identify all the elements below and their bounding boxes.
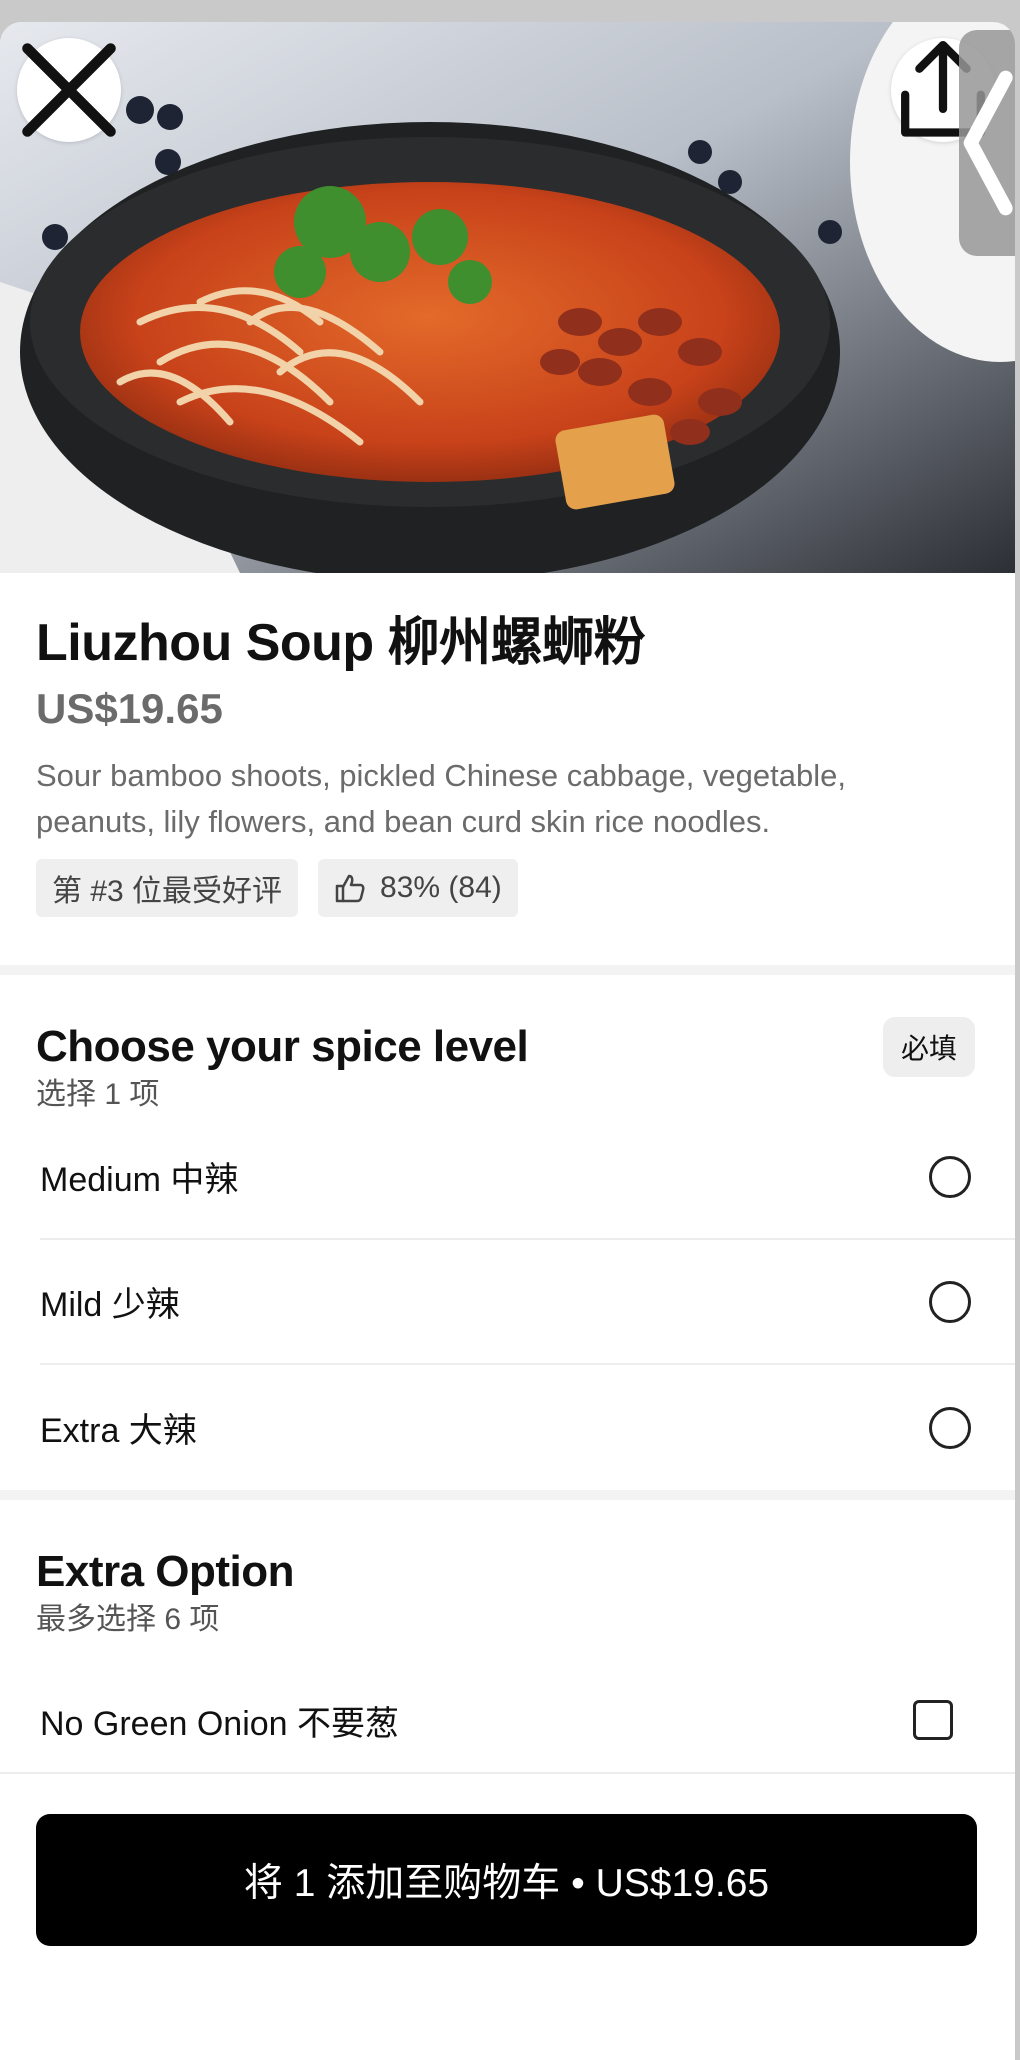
- close-icon: [22, 43, 116, 137]
- spice-level-group: Choose your spice level 选择 1 项 必填 Medium…: [0, 975, 1015, 1490]
- rating-badge: 83% (84): [318, 859, 518, 917]
- soup-bowl-illustration: [0, 22, 1015, 573]
- sticky-footer: 将 1 添加至购物车 • US$19.65: [0, 1772, 1015, 2060]
- item-description: Sour bamboo shoots, pickled Chinese cabb…: [36, 758, 846, 839]
- side-panel-handle[interactable]: [959, 30, 1015, 256]
- spice-group-title: Choose your spice level: [36, 1022, 529, 1071]
- radio-button[interactable]: [929, 1406, 971, 1449]
- rank-badge: 第 #3 位最受好评: [36, 859, 299, 917]
- close-button[interactable]: [17, 38, 121, 142]
- radio-button[interactable]: [929, 1280, 971, 1323]
- item-detail-sheet: Liuzhou Soup 柳州螺蛳粉 US$19.65 Sour bamboo …: [0, 22, 1015, 2060]
- item-price: US$19.65: [36, 685, 223, 732]
- spice-option-mild[interactable]: Mild 少辣: [40, 1240, 1015, 1365]
- chevron-left-icon: [963, 70, 1013, 216]
- badge-row: 第 #3 位最受好评 83% (84): [36, 859, 979, 917]
- spice-group-header: Choose your spice level 选择 1 项 必填: [36, 1017, 1015, 1115]
- radio-button[interactable]: [929, 1155, 971, 1198]
- add-to-cart-button[interactable]: 将 1 添加至购物车 • US$19.65: [36, 1814, 977, 1946]
- extra-group-subtitle: 最多选择 6 项: [36, 1603, 220, 1636]
- required-badge: 必填: [882, 1017, 975, 1077]
- food-image: [0, 22, 1015, 573]
- extra-options-list: No Green Onion 不要葱: [36, 1640, 1015, 1790]
- extra-option-group: Extra Option 最多选择 6 项 No Green Onion 不要葱: [0, 1500, 1015, 1790]
- option-label: No Green Onion 不要葱: [40, 1704, 400, 1743]
- item-info: Liuzhou Soup 柳州螺蛳粉 US$19.65 Sour bamboo …: [0, 573, 1015, 917]
- option-label: Extra 大辣: [40, 1412, 197, 1450]
- extra-option-no-green-onion[interactable]: No Green Onion 不要葱: [40, 1640, 1015, 1790]
- item-title: Liuzhou Soup 柳州螺蛳粉: [36, 614, 646, 672]
- option-label: Medium 中辣: [40, 1161, 239, 1199]
- spice-option-extra[interactable]: Extra 大辣: [40, 1365, 1015, 1490]
- extra-group-header: Extra Option 最多选择 6 项: [36, 1544, 1015, 1640]
- rating-badge-label: 83% (84): [380, 871, 502, 904]
- rank-badge-label: 第 #3 位最受好评: [52, 875, 283, 908]
- checkbox[interactable]: [913, 1700, 953, 1740]
- section-divider: [0, 1490, 1015, 1500]
- spice-option-medium[interactable]: Medium 中辣: [40, 1115, 1015, 1240]
- spice-options-list: Medium 中辣 Mild 少辣 Extra 大辣: [36, 1115, 1015, 1490]
- spice-group-subtitle: 选择 1 项: [36, 1078, 160, 1111]
- option-label: Mild 少辣: [40, 1286, 180, 1324]
- section-divider: [0, 965, 1015, 975]
- thumbs-up-icon: [334, 872, 366, 904]
- extra-group-title: Extra Option: [36, 1547, 295, 1596]
